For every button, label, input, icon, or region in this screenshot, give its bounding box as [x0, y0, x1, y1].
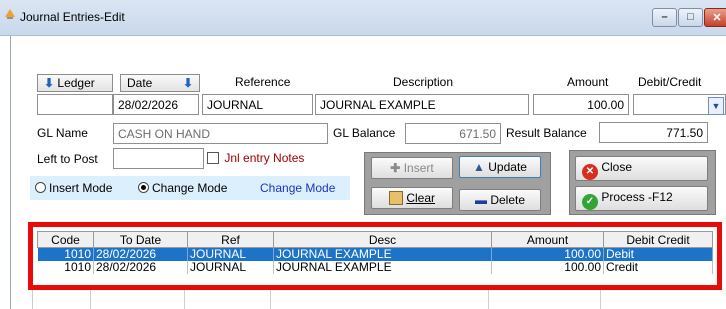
description-input[interactable]: JOURNAL EXAMPLE [315, 94, 529, 115]
checkbox-icon [207, 152, 219, 164]
update-button-label: Update [488, 160, 527, 174]
mode-panel: Insert Mode Change Mode Change Mode [30, 176, 350, 200]
close-icon: ✕ [712, 12, 722, 24]
chevron-down-icon[interactable]: ▼ [708, 97, 724, 115]
process-button-label: Process -F12 [601, 190, 673, 204]
red-x-icon: ✕ [582, 164, 598, 180]
minimize-icon: – [661, 11, 668, 23]
cell-code: 1010 [37, 247, 94, 261]
close-button[interactable]: ✕ Close [575, 156, 708, 181]
triangle-up-icon: ▲ [473, 160, 485, 174]
grid-column-divider [271, 290, 489, 309]
grid-column-divider [185, 290, 271, 309]
title-bar: Journal Entries-Edit – □ ✕ [0, 0, 726, 36]
clear-button-label: Clear [406, 191, 436, 205]
left-to-post-label: Left to Post [37, 152, 98, 166]
minus-icon: ▬ [474, 193, 487, 207]
close-button-label: Close [601, 160, 633, 174]
clear-button[interactable]: Clear [371, 187, 453, 209]
table-row[interactable]: 1010 28/02/2026 JOURNAL JOURNAL EXAMPLE … [37, 247, 713, 261]
cell-desc: JOURNAL EXAMPLE [273, 260, 492, 274]
amount-label: Amount [567, 75, 609, 89]
arrow-down-icon: ⬇ [183, 76, 194, 90]
column-header-ref[interactable]: Ref [187, 231, 274, 248]
process-button[interactable]: ✓ Process -F12 [575, 186, 708, 211]
green-check-icon: ✓ [582, 194, 598, 210]
insert-button-label: Insert [403, 161, 434, 175]
ledger-input[interactable] [37, 94, 113, 115]
cell-debit-credit: Credit [603, 260, 713, 274]
gl-name-field: CASH ON HAND [113, 123, 328, 144]
app-icon [5, 9, 15, 19]
window-close-button[interactable]: ✕ [704, 8, 726, 27]
delete-button-label: Delete [490, 193, 526, 207]
jnl-notes-label: Jnl entry Notes [224, 151, 305, 165]
jnl-notes-checkbox[interactable]: Jnl entry Notes [207, 151, 304, 165]
gl-balance-label: GL Balance [333, 126, 396, 140]
cell-ref: JOURNAL [187, 247, 274, 261]
maximize-icon: □ [687, 11, 694, 23]
grid-column-divider [33, 290, 91, 309]
cell-date: 28/02/2026 [93, 247, 188, 261]
column-header-debit-credit[interactable]: Debit Credit [603, 231, 713, 248]
column-header-to-date[interactable]: To Date [93, 231, 188, 248]
change-mode-radio[interactable]: Change Mode [138, 181, 227, 195]
current-mode-label: Change Mode [260, 181, 336, 195]
radio-selected-icon [138, 182, 149, 193]
grid-empty-area [32, 290, 708, 309]
window-title: Journal Entries-Edit [20, 10, 125, 24]
reference-label: Reference [235, 75, 291, 89]
action-button-group: ✚ Insert ▲ Update Clear ▬ Delete [364, 152, 551, 215]
insert-mode-label: Insert Mode [49, 181, 113, 195]
gl-balance-field: 671.50 [405, 123, 501, 144]
cell-ref: JOURNAL [187, 260, 274, 274]
ledger-sort-button[interactable]: ⬇ Ledger [37, 74, 113, 92]
date-label: Date [127, 76, 153, 90]
minimize-button[interactable]: – [652, 8, 677, 27]
table-row[interactable]: 1010 28/02/2026 JOURNAL JOURNAL EXAMPLE … [37, 260, 713, 274]
date-sort-button[interactable]: Date ⬇ [120, 74, 200, 92]
result-balance-label: Result Balance [506, 126, 587, 140]
delete-button[interactable]: ▬ Delete [459, 189, 541, 211]
left-to-post-field [113, 148, 204, 169]
description-label: Description [393, 75, 454, 89]
maximize-button[interactable]: □ [678, 8, 703, 27]
insert-mode-radio[interactable]: Insert Mode [35, 181, 112, 195]
journal-grid: Code To Date Ref Desc Amount Debit Credi… [37, 231, 713, 274]
insert-button[interactable]: ✚ Insert [371, 157, 453, 179]
cell-amount: 100.00 [491, 247, 604, 261]
arrow-down-icon: ⬇ [44, 76, 55, 90]
journal-grid-highlight: Code To Date Ref Desc Amount Debit Credi… [28, 222, 722, 290]
ledger-label: Ledger [57, 76, 95, 90]
date-input[interactable]: 28/02/2026 [113, 94, 199, 115]
radio-icon [35, 182, 46, 193]
update-button[interactable]: ▲ Update [459, 156, 541, 178]
cell-amount: 100.00 [491, 260, 604, 274]
column-header-amount[interactable]: Amount [491, 231, 604, 248]
cell-desc: JOURNAL EXAMPLE [273, 247, 492, 261]
cell-code: 1010 [37, 260, 94, 274]
column-header-desc[interactable]: Desc [273, 231, 492, 248]
reference-input[interactable]: JOURNAL [202, 94, 313, 115]
column-header-code[interactable]: Code [37, 231, 94, 248]
broom-icon [388, 191, 403, 205]
debit-credit-label: Debit/Credit [638, 75, 702, 89]
result-balance-field: 771.50 [599, 122, 708, 143]
close-process-group: ✕ Close ✓ Process -F12 [569, 150, 716, 215]
amount-input[interactable]: 100.00 [533, 94, 629, 115]
grid-column-divider [91, 290, 185, 309]
cell-date: 28/02/2026 [93, 260, 188, 274]
change-mode-label: Change Mode [152, 181, 228, 195]
plus-icon: ✚ [390, 161, 401, 175]
cell-debit-credit: Debit [603, 247, 713, 261]
gl-name-label: GL Name [37, 126, 88, 140]
grid-column-divider [489, 290, 601, 309]
